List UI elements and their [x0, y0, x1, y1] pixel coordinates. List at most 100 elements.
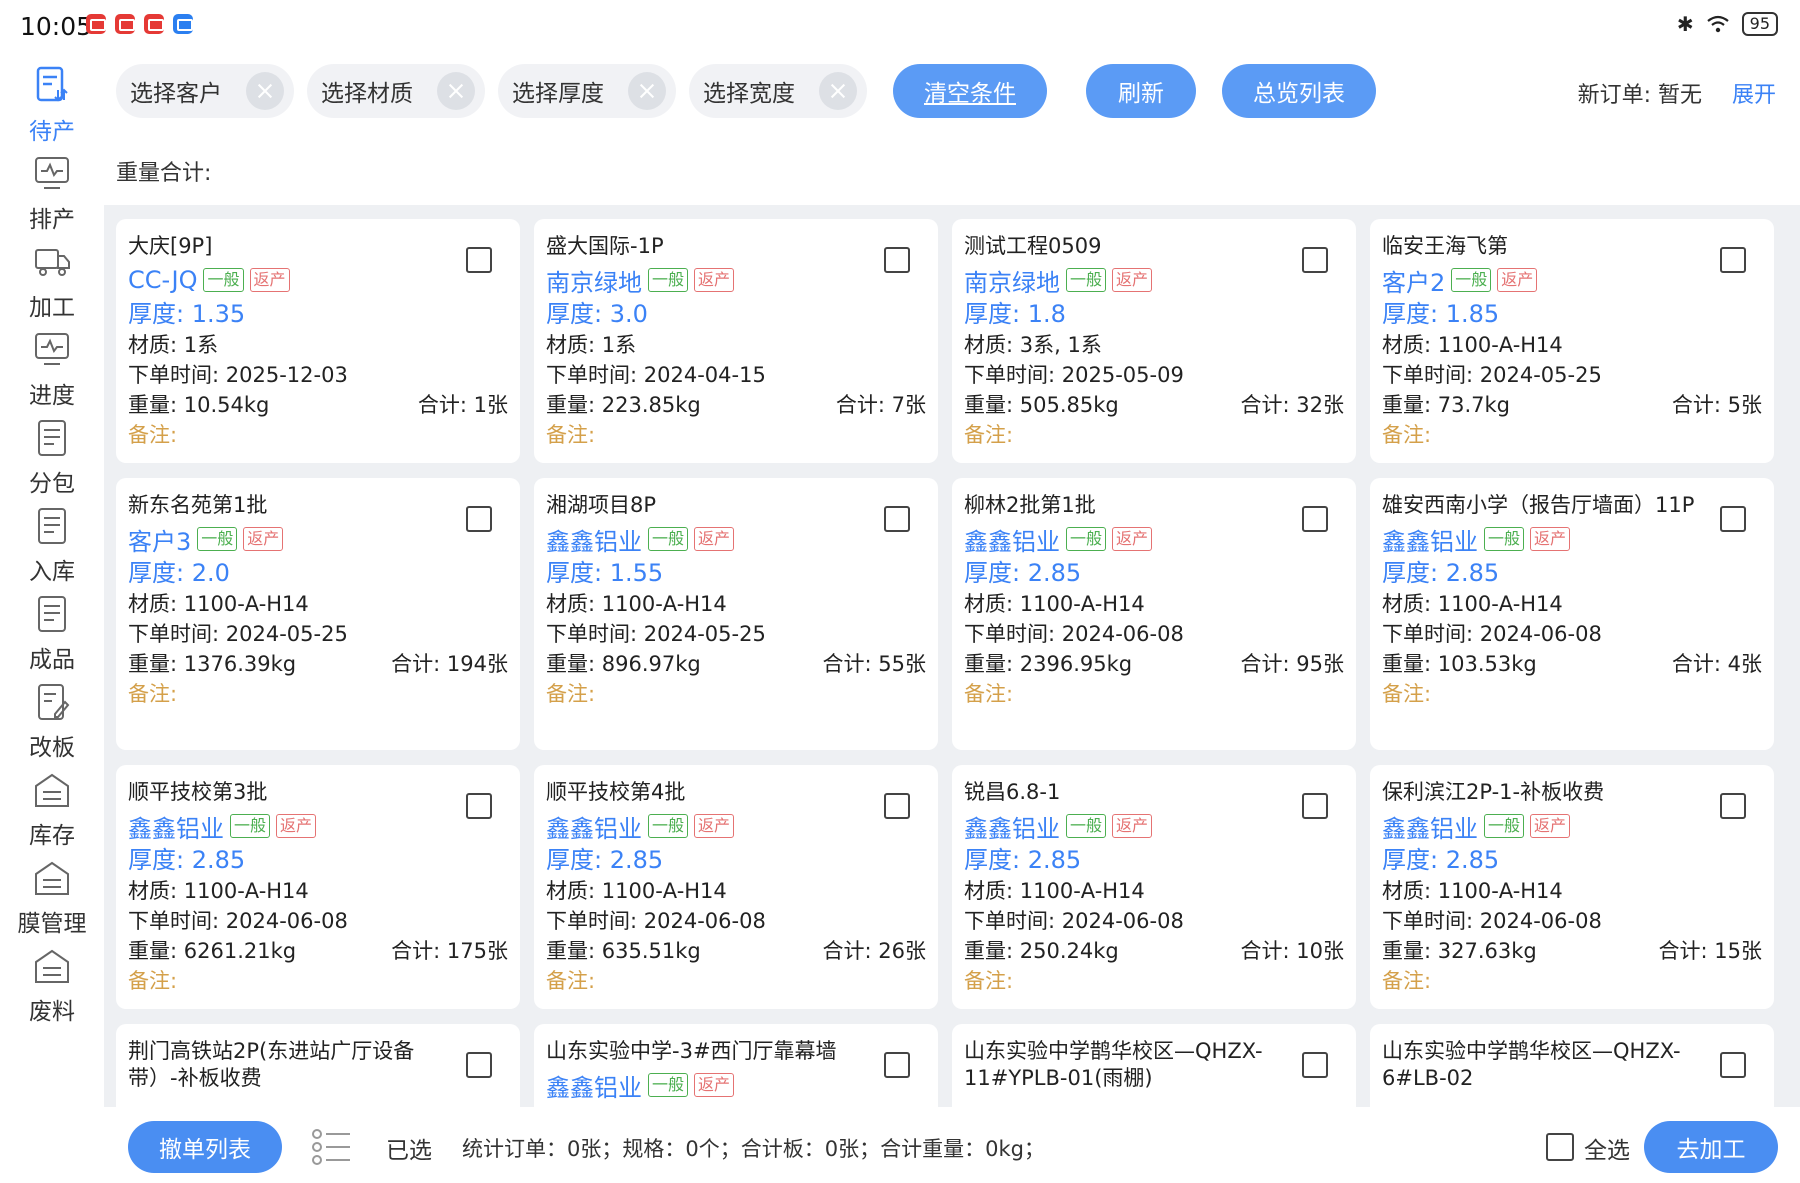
card-checkbox[interactable]	[1302, 506, 1328, 532]
nav-item-subcontract[interactable]: 分包	[0, 416, 104, 498]
total-group: 合计: 26张	[823, 936, 927, 966]
order-card[interactable]: 顺平技校第4批 鑫鑫铝业 一般 返产 厚度: 2.85 材质: 1100-A-H…	[534, 765, 938, 1009]
thickness-value: 2.85	[1445, 559, 1500, 587]
tag-return: 返产	[1112, 527, 1153, 551]
document-icon	[38, 420, 66, 456]
card-checkbox[interactable]	[1302, 793, 1328, 819]
clear-conditions-button[interactable]: 清空条件	[893, 64, 1047, 118]
nav-item-processing[interactable]: 加工	[0, 240, 104, 322]
weight-total-line: 重量: 635.51kg 合计: 26张	[546, 936, 926, 966]
cancel-order-list-button[interactable]: 撤单列表	[128, 1121, 282, 1173]
tag-return: 返产	[694, 268, 735, 292]
card-title: 山东实验中学-3#西门厅靠幕墙	[546, 1039, 837, 1063]
nav-item-scheduling[interactable]: 排产	[0, 152, 104, 234]
card-checkbox[interactable]	[1720, 1052, 1746, 1078]
tag-return: 返产	[694, 1073, 735, 1097]
checklist-icon[interactable]	[310, 1127, 354, 1167]
weight-total-line: 重量: 10.54kg 合计: 1张	[128, 390, 508, 420]
order-card[interactable]: 荆门高铁站2P(东进站广厅设备带）-补板收费	[116, 1024, 520, 1107]
card-checkbox[interactable]	[1720, 247, 1746, 273]
clear-customer-icon[interactable]	[246, 72, 284, 110]
nav-item-inbound[interactable]: 入库	[0, 504, 104, 586]
customer-filter[interactable]: 选择客户	[116, 64, 294, 118]
weight-label: 重量:	[546, 652, 596, 676]
weight-group: 重量: 896.97kg	[546, 649, 701, 679]
order-card[interactable]: 大庆[9P] CC-JQ 一般 返产 厚度: 1.35 材质: 1系 下单时间:…	[116, 219, 520, 463]
select-all-checkbox[interactable]	[1546, 1133, 1574, 1161]
nav-item-modify-board[interactable]: 改板	[0, 680, 104, 762]
nav-label: 进度	[29, 383, 75, 409]
tag-normal: 一般	[203, 268, 244, 292]
card-checkbox[interactable]	[466, 1052, 492, 1078]
weight-total-label: 重量合计:	[116, 161, 212, 186]
card-checkbox[interactable]	[1720, 506, 1746, 532]
weight-total-line: 重量: 327.63kg 合计: 15张	[1382, 936, 1762, 966]
material-value: 1100-A-H14	[601, 879, 727, 903]
order-card[interactable]: 雄安西南小学（报告厅墙面）11P 鑫鑫铝业 一般 返产 厚度: 2.85 材质:…	[1370, 478, 1774, 750]
nav-item-film-management[interactable]: 膜管理	[0, 856, 104, 938]
material-value: 1系	[601, 333, 637, 357]
card-title: 新东名苑第1批	[128, 493, 268, 517]
order-card[interactable]: 柳林2批第1批 鑫鑫铝业 一般 返产 厚度: 2.85 材质: 1100-A-H…	[952, 478, 1356, 750]
card-checkbox[interactable]	[884, 506, 910, 532]
customer-name: 鑫鑫铝业	[128, 814, 224, 843]
nav-item-pending[interactable]: 待产	[0, 64, 104, 146]
tag-normal: 一般	[648, 527, 689, 551]
nav-item-scrap[interactable]: 废料	[0, 944, 104, 1026]
order-card[interactable]: 临安王海飞第 客户2 一般 返产 厚度: 1.85 材质: 1100-A-H14…	[1370, 219, 1774, 463]
thickness-value: 2.85	[1027, 559, 1082, 587]
card-checkbox[interactable]	[1720, 793, 1746, 819]
customer-row: 鑫鑫铝业 一般 返产	[546, 1069, 926, 1102]
order-card[interactable]: 保利滨江2P-1-补板收费 鑫鑫铝业 一般 返产 厚度: 2.85 材质: 11…	[1370, 765, 1774, 1009]
order-card[interactable]: 盛大国际-1P 南京绿地 一般 返产 厚度: 3.0 材质: 1系 下单时间: …	[534, 219, 938, 463]
material-filter[interactable]: 选择材质	[307, 64, 485, 118]
card-checkbox[interactable]	[466, 793, 492, 819]
new-order-value: 暂无	[1657, 83, 1702, 108]
order-card[interactable]: 山东实验中学鹊华校区—QHZX-6#LB-02	[1370, 1024, 1774, 1107]
order-card[interactable]: 山东实验中学-3#西门厅靠幕墙 鑫鑫铝业 一般 返产	[534, 1024, 938, 1107]
order-card[interactable]: 测试工程0509 南京绿地 一般 返产 厚度: 1.8 材质: 3系, 1系 下…	[952, 219, 1356, 463]
total-group: 合计: 32张	[1241, 390, 1345, 420]
select-all-label[interactable]: 全选	[1584, 1131, 1630, 1165]
thickness-filter[interactable]: 选择厚度	[498, 64, 676, 118]
card-checkbox[interactable]	[1302, 1052, 1328, 1078]
thickness-label: 厚度:	[128, 846, 185, 874]
refresh-button[interactable]: 刷新	[1086, 64, 1196, 118]
clear-width-icon[interactable]	[819, 72, 857, 110]
customer-row: 南京绿地 一般 返产	[546, 264, 926, 297]
order-card[interactable]: 新东名苑第1批 客户3 一般 返产 厚度: 2.0 材质: 1100-A-H14…	[116, 478, 520, 750]
card-checkbox[interactable]	[884, 793, 910, 819]
material-label: 材质:	[546, 879, 596, 903]
go-process-button[interactable]: 去加工	[1644, 1121, 1778, 1173]
nav-item-progress[interactable]: 进度	[0, 328, 104, 410]
expand-link[interactable]: 展开	[1732, 77, 1776, 109]
clear-material-icon[interactable]	[437, 72, 475, 110]
card-checkbox[interactable]	[884, 1052, 910, 1078]
thickness-line: 厚度: 2.85	[964, 557, 1344, 589]
order-time-label: 下单时间:	[1382, 363, 1474, 387]
card-checkbox[interactable]	[884, 247, 910, 273]
status-time: 10:05	[20, 12, 93, 41]
width-filter-label: 选择宽度	[703, 81, 795, 107]
overview-list-button[interactable]: 总览列表	[1222, 64, 1376, 118]
tag-return: 返产	[694, 527, 735, 551]
card-checkbox[interactable]	[466, 506, 492, 532]
width-filter[interactable]: 选择宽度	[689, 64, 867, 118]
material-line: 材质: 1100-A-H14	[1382, 330, 1762, 360]
order-time-value: 2024-06-08	[1061, 909, 1184, 933]
material-label: 材质:	[964, 879, 1014, 903]
nav-item-inventory[interactable]: 库存	[0, 768, 104, 850]
tag-normal: 一般	[1066, 814, 1107, 838]
order-card[interactable]: 顺平技校第3批 鑫鑫铝业 一般 返产 厚度: 2.85 材质: 1100-A-H…	[116, 765, 520, 1009]
order-card[interactable]: 山东实验中学鹊华校区—QHZX-11#YPLB-01(雨棚)	[952, 1024, 1356, 1107]
nav-item-finished[interactable]: 成品	[0, 592, 104, 674]
order-card[interactable]: 湘湖项目8P 鑫鑫铝业 一般 返产 厚度: 1.55 材质: 1100-A-H1…	[534, 478, 938, 750]
weight-group: 重量: 2396.95kg	[964, 649, 1132, 679]
card-checkbox[interactable]	[466, 247, 492, 273]
tag-normal: 一般	[648, 268, 689, 292]
remark-label: 备注:	[128, 682, 178, 706]
tag-normal: 一般	[648, 814, 689, 838]
order-card[interactable]: 锐昌6.8-1 鑫鑫铝业 一般 返产 厚度: 2.85 材质: 1100-A-H…	[952, 765, 1356, 1009]
clear-thickness-icon[interactable]	[628, 72, 666, 110]
card-checkbox[interactable]	[1302, 247, 1328, 273]
